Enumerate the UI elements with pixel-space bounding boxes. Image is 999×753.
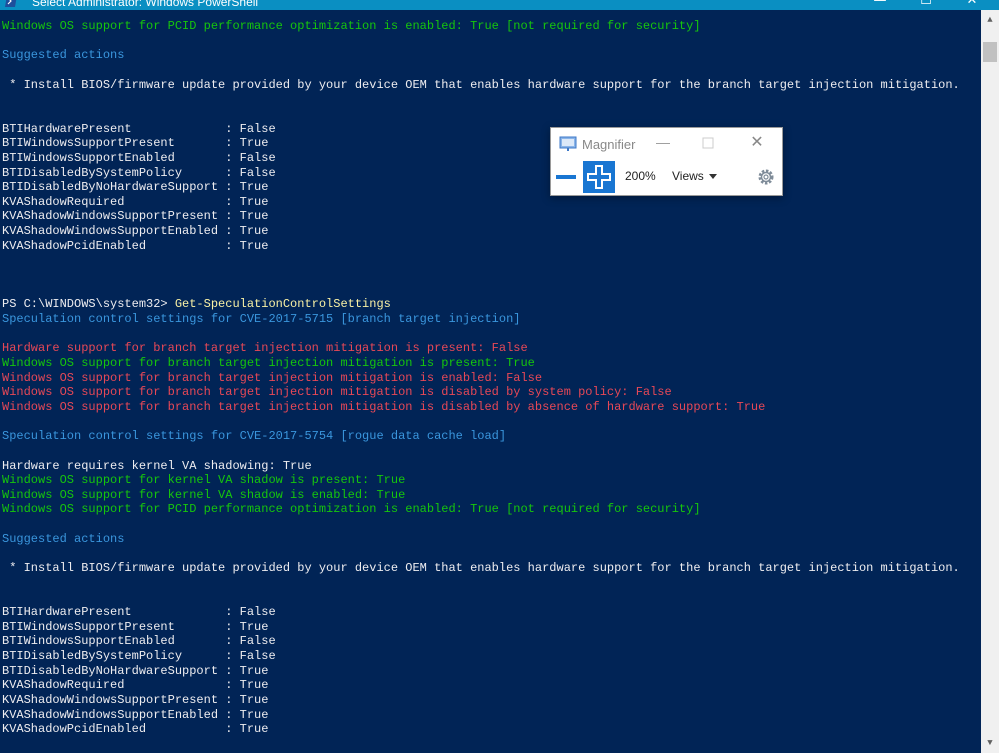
console-line: KVAShadowPcidEnabled : True [2, 238, 269, 253]
console-line: Suggested actions [2, 48, 125, 63]
powershell-icon [5, 0, 17, 7]
console-line: BTIHardwarePresent : False [2, 121, 276, 136]
console-line: Hardware support for branch target injec… [2, 341, 528, 356]
zoom-out-icon[interactable] [554, 162, 578, 192]
console-line: * Install BIOS/firmware update provided … [2, 77, 960, 92]
console-line: KVAShadowWindowsSupportEnabled : True [2, 224, 269, 239]
console-line: BTIDisabledBySystemPolicy : False [2, 648, 276, 663]
minimize-button[interactable]: — [860, 0, 900, 10]
magnifier-title: Magnifier [582, 137, 636, 152]
zoom-in-icon [587, 165, 611, 189]
magnifier-app-icon [559, 136, 577, 151]
console-line: Hardware requires kernel VA shadowing: T… [2, 458, 312, 473]
prompt-text: PS C:\WINDOWS\system32> [2, 297, 175, 312]
console-line: Windows OS support for branch target inj… [2, 385, 672, 400]
console-line: BTIHardwarePresent : False [2, 605, 276, 619]
magnifier-window[interactable]: Magnifier — ✕ 200% Views [550, 127, 783, 196]
window-title: Select Administrator: Windows PowerShell [32, 0, 259, 9]
console-line: Windows OS support for branch target inj… [2, 355, 535, 370]
scroll-up-arrow-icon[interactable]: ▲ [981, 10, 999, 30]
zoom-level: 200% [625, 169, 656, 183]
console-line: Speculation control settings for CVE-201… [2, 312, 521, 326]
console-line: Windows OS support for PCID performance … [2, 19, 701, 33]
console-line: BTIDisabledByNoHardwareSupport : True [2, 180, 269, 195]
console-line: KVAShadowWindowsSupportPresent : True [2, 209, 269, 224]
console-line: Windows OS support for kernel VA shadow … [2, 473, 406, 488]
console-line: KVAShadowWindowsSupportEnabled : True [2, 707, 269, 722]
magnifier-close-button[interactable]: ✕ [747, 132, 767, 152]
console-line: KVAShadowPcidEnabled : True [2, 722, 269, 737]
views-dropdown[interactable]: Views [672, 169, 704, 183]
vertical-scrollbar[interactable]: ▲ ▼ [981, 10, 999, 753]
console-line: Windows OS support for branch target inj… [2, 370, 543, 385]
console-line: Windows OS support for branch target inj… [2, 399, 766, 414]
console-line: KVAShadowWindowsSupportPresent : True [2, 692, 269, 707]
magnifier-maximize-button[interactable] [701, 136, 715, 150]
scroll-down-arrow-icon[interactable]: ▼ [981, 733, 999, 753]
console-prompt-line: PS C:\WINDOWS\system32> Get-SpeculationC… [2, 297, 391, 311]
console-line: KVAShadowRequired : True [2, 194, 269, 209]
gear-icon[interactable] [756, 167, 776, 187]
maximize-button[interactable]: ☐ [906, 0, 946, 10]
chevron-down-icon[interactable] [709, 174, 717, 179]
zoom-in-button[interactable] [583, 161, 615, 193]
console-line: KVAShadowRequired : True [2, 678, 269, 693]
console-line: BTIDisabledByNoHardwareSupport : True [2, 663, 269, 678]
console-line: Speculation control settings for CVE-201… [2, 429, 507, 444]
console-line: * Install BIOS/firmware update provided … [2, 561, 960, 576]
console-line: Windows OS support for kernel VA shadow … [2, 487, 406, 502]
console-line: BTIWindowsSupportEnabled : False [2, 150, 276, 165]
console-line: Suggested actions [2, 531, 125, 546]
console-line: BTIWindowsSupportEnabled : False [2, 634, 276, 649]
title-bar[interactable]: Select Administrator: Windows PowerShell… [0, 0, 999, 10]
console-line: BTIWindowsSupportPresent : True [2, 619, 269, 634]
console-line: BTIDisabledBySystemPolicy : False [2, 165, 276, 180]
scrollbar-thumb[interactable] [983, 42, 997, 62]
close-button[interactable]: ✕ [952, 0, 992, 10]
console-line: BTIWindowsSupportPresent : True [2, 136, 269, 151]
console-output[interactable]: Windows OS support for PCID performance … [0, 10, 980, 753]
command-text: Get-SpeculationControlSettings [174, 297, 391, 312]
magnifier-minimize-button[interactable]: — [653, 134, 673, 150]
console-line: Windows OS support for PCID performance … [2, 502, 701, 517]
